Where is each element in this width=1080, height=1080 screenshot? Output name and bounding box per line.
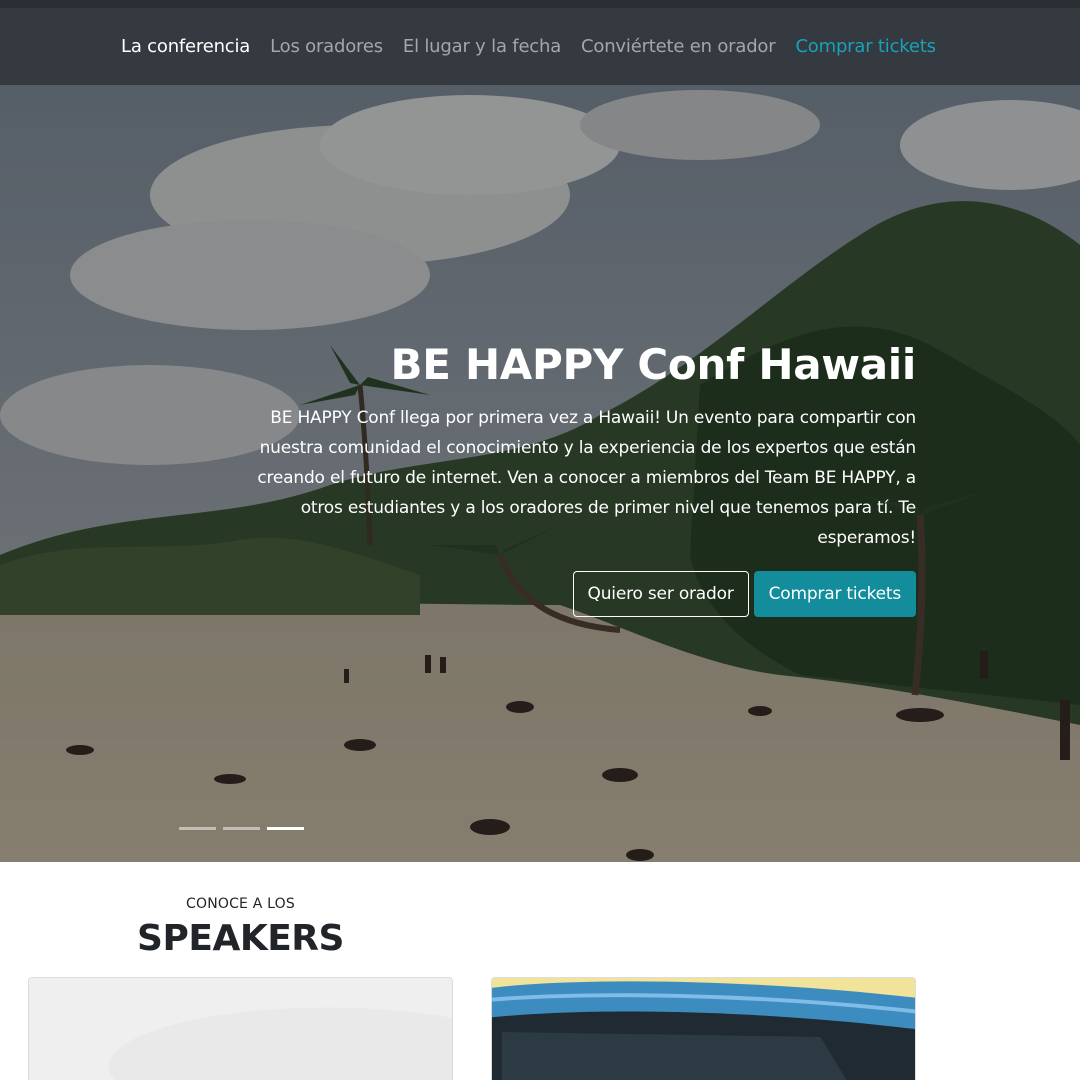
nav-link-lugar-fecha[interactable]: El lugar y la fecha <box>403 36 561 57</box>
nav-item-oradores: Los oradores <box>270 36 383 57</box>
carousel-indicator-3[interactable] <box>267 827 304 830</box>
top-strip <box>0 0 1080 8</box>
speaker-card[interactable] <box>28 977 453 1080</box>
carousel-indicator-2[interactable] <box>223 827 260 830</box>
nav-link-conferencia[interactable]: La conferencia <box>121 36 250 57</box>
hero-carousel: BE HAPPY Conf Hawaii BE HAPPY Conf llega… <box>0 85 1080 862</box>
speaker-photo <box>492 978 915 1080</box>
carousel-indicator-1[interactable] <box>179 827 216 830</box>
speakers-heading: CONOCE A LOS SPEAKERS <box>28 896 453 959</box>
nav-item-lugar-fecha: El lugar y la fecha <box>403 36 561 57</box>
hero-caption: BE HAPPY Conf Hawaii BE HAPPY Conf llega… <box>236 335 916 617</box>
nav-item-convertirse-orador: Conviértete en orador <box>581 36 776 57</box>
speaker-photo <box>29 978 452 1080</box>
nav-item-conferencia: La conferencia <box>121 36 250 57</box>
nav-link-oradores[interactable]: Los oradores <box>270 36 383 57</box>
hero-description: BE HAPPY Conf llega por primera vez a Ha… <box>257 408 916 548</box>
nav-link-comprar-tickets[interactable]: Comprar tickets <box>795 36 936 57</box>
become-speaker-button[interactable]: Quiero ser orador <box>572 571 749 617</box>
hero-buttons: Quiero ser orador Comprar tickets <box>236 571 916 617</box>
nav-item-comprar-tickets: Comprar tickets <box>795 36 936 57</box>
speakers-subtitle: CONOCE A LOS <box>186 896 295 912</box>
speaker-card[interactable] <box>491 977 916 1080</box>
speakers-title: SPEAKERS <box>137 918 344 959</box>
navbar: La conferencia Los oradores El lugar y l… <box>0 8 1080 85</box>
nav-list: La conferencia Los oradores El lugar y l… <box>121 8 936 85</box>
carousel-indicators <box>179 827 304 830</box>
buy-tickets-button[interactable]: Comprar tickets <box>753 571 916 617</box>
nav-link-convertirse-orador[interactable]: Conviértete en orador <box>581 36 776 57</box>
hero-title: BE HAPPY Conf Hawaii <box>390 340 917 389</box>
